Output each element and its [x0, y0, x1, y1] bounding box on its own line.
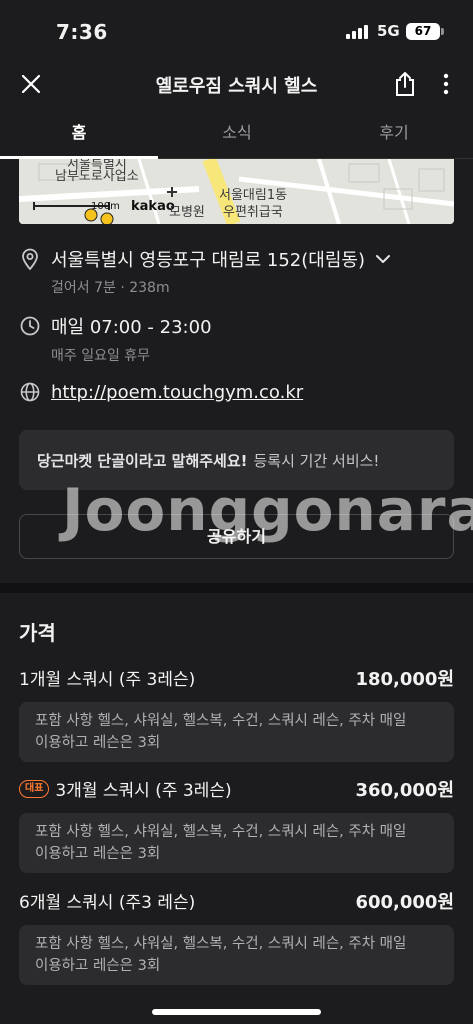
description-line: 이용하고 레슨은 3회	[35, 735, 161, 751]
location-pin-icon	[19, 248, 41, 270]
price-item-description: 포함 사항 헬스, 샤워실, 헬스복, 수건, 스쿼시 레슨, 주차 매일 이용…	[19, 925, 454, 985]
section-divider	[0, 583, 473, 593]
status-time: 7:36	[56, 20, 108, 44]
map-label: 모병원	[169, 205, 205, 220]
representative-badge: 대표	[19, 779, 50, 798]
address-text: 서울특별시 영등포구 대림로 152(대림동)	[51, 250, 365, 271]
tab-home[interactable]: 홈	[0, 108, 158, 159]
price-item-value: 600,000원	[355, 892, 454, 913]
walking-distance: 걸어서 7분 · 238m	[51, 280, 170, 296]
promo-text: 등록시 기간 서비스!	[253, 451, 380, 470]
description-line: 이용하고 레슨은 3회	[35, 958, 161, 974]
map-label: 우편취급국	[223, 205, 283, 220]
opening-hours: 매일 07:00 - 23:00	[51, 317, 212, 338]
price-item-name: 3개월 스쿼시 (주 3레슨)	[55, 781, 232, 801]
battery-icon: 67	[406, 23, 440, 40]
price-item-name: 1개월 스쿼시 (주 3레슨)	[19, 670, 196, 690]
globe-icon	[19, 381, 41, 403]
price-item: 6개월 스쿼시 (주3 레슨) 600,000원	[19, 888, 454, 916]
more-button[interactable]	[430, 68, 462, 100]
status-bar: 7:36 5G 67	[0, 0, 473, 60]
location-map[interactable]: 서울특별시 남부도로사업소 서울대림1동 우편취급국 100m kakao 모병…	[19, 159, 454, 224]
address-row[interactable]: 서울특별시 영등포구 대림로 152(대림동)	[19, 246, 391, 272]
price-item-description: 포함 사항 헬스, 샤워실, 헬스복, 수건, 스쿼시 레슨, 주차 매일 이용…	[19, 702, 454, 762]
map-scale-label: 100m	[91, 201, 120, 212]
network-type: 5G	[377, 22, 400, 40]
battery-tip	[441, 28, 444, 35]
price-item-name: 6개월 스쿼시 (주3 레슨)	[19, 893, 196, 913]
hours-row: 매일 07:00 - 23:00	[19, 313, 212, 339]
price-item-name-wrap: 대표 3개월 스쿼시 (주 3레슨)	[19, 776, 232, 801]
description-line: 포함 사항 헬스, 샤워실, 헬스복, 수건, 스쿼시 레슨, 주차 매일	[35, 713, 407, 729]
website-link[interactable]: http://poem.touchgym.co.kr	[51, 382, 303, 403]
price-item-value: 180,000원	[355, 669, 454, 690]
promo-bold-text: 당근마켓 단골이라고 말해주세요!	[37, 451, 248, 470]
price-item: 대표 3개월 스쿼시 (주 3레슨) 360,000원	[19, 776, 454, 804]
chevron-down-icon[interactable]	[375, 254, 391, 264]
share-icon	[396, 72, 414, 96]
watermark: Joonggonara	[62, 476, 473, 544]
price-item-value: 360,000원	[355, 780, 454, 801]
clock-icon	[19, 315, 41, 337]
description-line: 이용하고 레슨은 3회	[35, 846, 161, 862]
price-item: 1개월 스쿼시 (주 3레슨) 180,000원	[19, 665, 454, 693]
home-indicator[interactable]	[152, 1009, 321, 1015]
cellular-signal-icon	[346, 25, 370, 39]
tab-bar: 홈 소식 후기	[0, 108, 473, 159]
price-item-description: 포함 사항 헬스, 샤워실, 헬스복, 수건, 스쿼시 레슨, 주차 매일 이용…	[19, 813, 454, 873]
share-button[interactable]	[389, 68, 421, 100]
price-section-title: 가격	[19, 621, 56, 645]
description-line: 포함 사항 헬스, 샤워실, 헬스복, 수건, 스쿼시 레슨, 주차 매일	[35, 936, 407, 952]
tab-reviews[interactable]: 후기	[315, 108, 473, 158]
closed-day: 매주 일요일 휴무	[51, 348, 151, 364]
website-row[interactable]: http://poem.touchgym.co.kr	[19, 381, 303, 403]
map-label: 남부도로사업소	[55, 169, 139, 184]
nav-bar: 옐로우짐 스쿼시 헬스	[0, 60, 473, 108]
tab-news[interactable]: 소식	[158, 108, 316, 158]
more-vertical-icon	[443, 73, 449, 95]
description-line: 포함 사항 헬스, 샤워실, 헬스복, 수건, 스쿼시 레슨, 주차 매일	[35, 824, 407, 840]
